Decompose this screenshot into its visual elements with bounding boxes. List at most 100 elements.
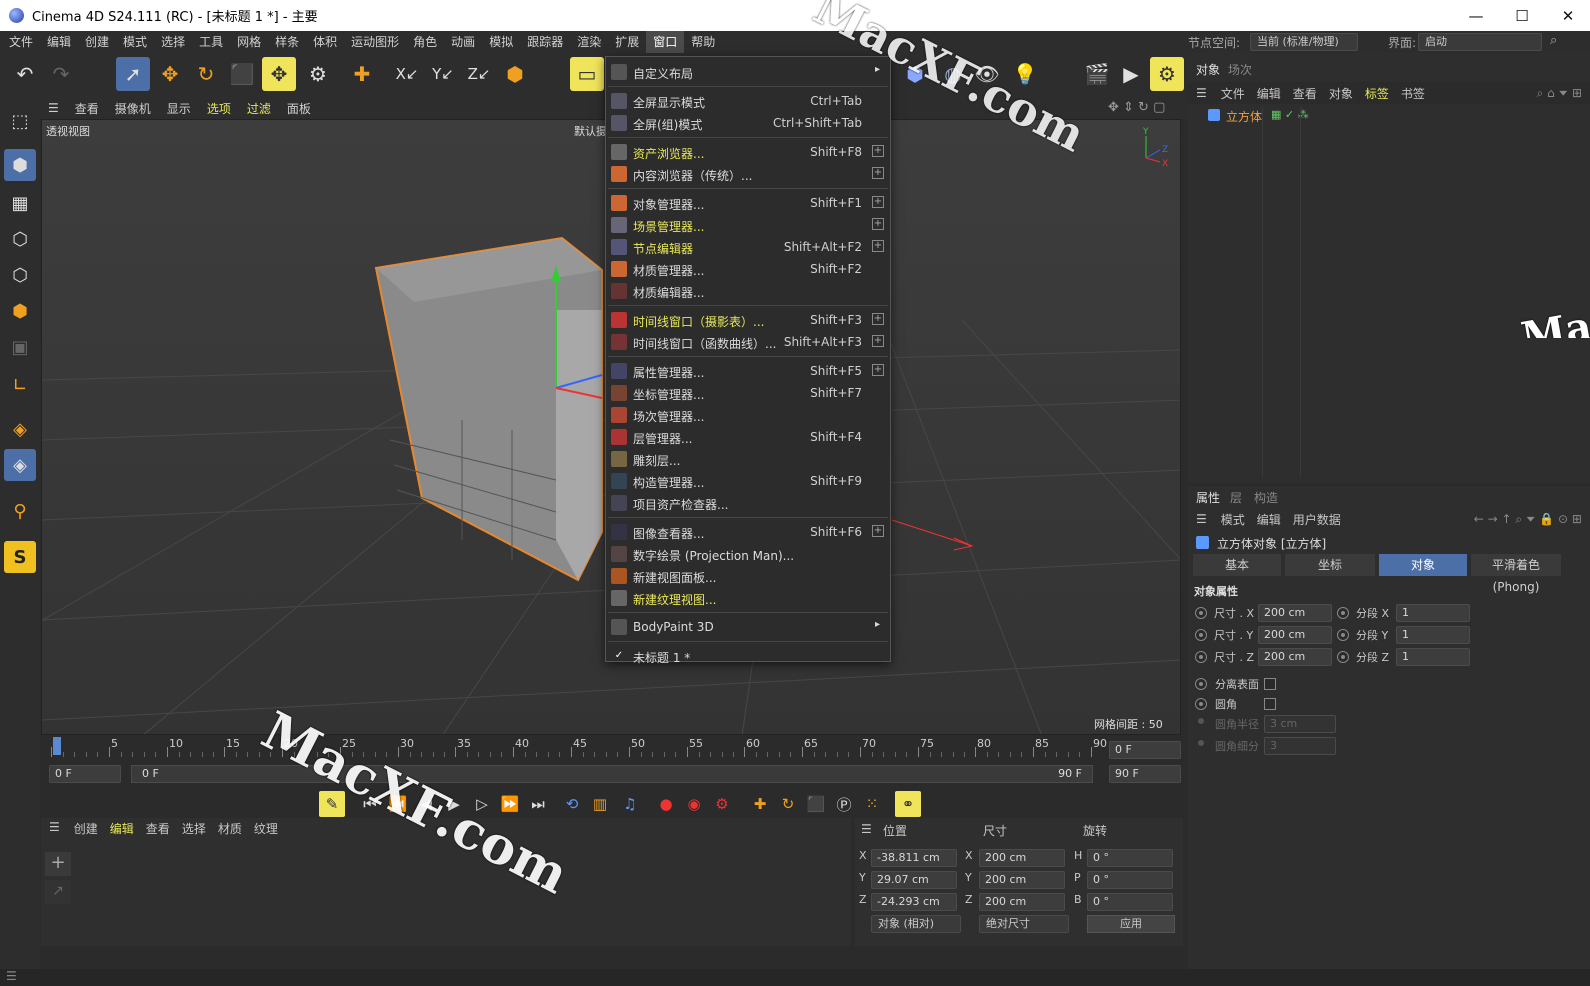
plus-icon[interactable]: + [872, 335, 884, 347]
menu-item-7[interactable]: 样条 [268, 31, 306, 53]
window-menu-item-23[interactable]: BodyPaint 3D ▸ [606, 616, 890, 638]
layout-dropdown[interactable]: 启动 [1418, 33, 1542, 51]
size-radio-0[interactable] [1195, 607, 1207, 619]
render-settings-icon[interactable]: ⚙ [1150, 57, 1184, 91]
attribute-menu-edit[interactable]: 编辑 [1251, 511, 1287, 528]
menu-item-12[interactable]: 模拟 [482, 31, 520, 53]
material-menu-texture[interactable]: 纹理 [248, 820, 284, 837]
locked-workplane-icon[interactable]: ◈ [4, 449, 36, 481]
material-hamburger-icon[interactable]: ☰ [41, 820, 68, 837]
coord-size-2[interactable]: 200 cm [979, 893, 1065, 911]
object-menu-file[interactable]: 文件 [1215, 85, 1251, 102]
window-menu-item-4[interactable]: 内容浏览器（传统）... + [606, 163, 890, 185]
menu-item-0[interactable]: 文件 [2, 31, 40, 53]
key-position-icon[interactable]: ✚ [747, 791, 773, 817]
menu-item-4[interactable]: 选择 [154, 31, 192, 53]
y-axis-lock-icon[interactable]: Y↙ [426, 57, 460, 91]
window-menu-item-19[interactable]: 图像查看器... Shift+F6 + [606, 521, 890, 543]
size-field-2[interactable]: 200 cm [1258, 648, 1332, 666]
size-field-1[interactable]: 200 cm [1258, 626, 1332, 644]
timeline[interactable]: 051015202530354045505560657075808590 0 F… [41, 737, 1205, 787]
attribute-hamburger-icon[interactable]: ☰ [1188, 512, 1215, 526]
range-slider[interactable]: 0 F 90 F [131, 765, 1093, 783]
fillet-radio[interactable] [1195, 698, 1207, 710]
coord-size-1[interactable]: 200 cm [979, 871, 1065, 889]
coord-size-0[interactable]: 200 cm [979, 849, 1065, 867]
key-pla-icon[interactable]: ⁙ [859, 791, 885, 817]
object-menu-edit[interactable]: 编辑 [1251, 85, 1287, 102]
frame-rate-icon[interactable]: ▥ [587, 791, 613, 817]
window-menu-item-20[interactable]: 数字绘景 (Projection Man)... [606, 543, 890, 565]
window-menu-item-1[interactable]: 全屏显示模式 Ctrl+Tab [606, 90, 890, 112]
render-view-icon[interactable]: 🎬 [1080, 57, 1114, 91]
window-menu-item-24[interactable]: ✓ 未标题 1 * [606, 645, 890, 667]
minimize-button[interactable]: — [1453, 0, 1499, 31]
menu-item-14[interactable]: 渲染 [570, 31, 608, 53]
axis-tool-icon[interactable]: ✚ [345, 57, 379, 91]
menu-item-1[interactable]: 编辑 [40, 31, 78, 53]
window-menu-item-10[interactable]: 时间线窗口（摄影表）... Shift+F3 + [606, 309, 890, 331]
add-material-icon[interactable]: + [45, 852, 71, 876]
tab-objects[interactable]: 对象 [1196, 61, 1220, 78]
viewport-menu-camera[interactable]: 摄像机 [107, 100, 159, 117]
node-space-dropdown[interactable]: 当前 (标准/物理) [1250, 33, 1358, 51]
window-menu-item-22[interactable]: 新建纹理视图... [606, 587, 890, 609]
fillet-checkbox[interactable] [1264, 698, 1276, 710]
redo-icon[interactable]: ↷ [44, 57, 78, 91]
attribute-menu-userdata[interactable]: 用户数据 [1287, 511, 1347, 528]
separate-radio[interactable] [1195, 678, 1207, 690]
window-menu-item-12[interactable]: 属性管理器... Shift+F5 + [606, 360, 890, 382]
material-menu-edit[interactable]: 编辑 [104, 820, 140, 837]
subtab-phong[interactable]: 平滑着色(Phong) [1471, 554, 1561, 594]
viewport-solo-icon[interactable]: ▭ [570, 57, 604, 91]
menu-item-11[interactable]: 动画 [444, 31, 482, 53]
window-menu-item-8[interactable]: 材质管理器... Shift+F2 [606, 258, 890, 280]
status-hamburger-icon[interactable]: ☰ [6, 969, 17, 983]
object-menu-object[interactable]: 对象 [1323, 85, 1359, 102]
tab-layers[interactable]: 层 [1230, 489, 1242, 506]
window-menu-item-11[interactable]: 时间线窗口（函数曲线）... Shift+Alt+F3 + [606, 331, 890, 353]
timeline-ruler[interactable]: 051015202530354045505560657075808590 [51, 737, 1107, 757]
solo-icon[interactable]: S [4, 541, 36, 573]
model-mode-icon[interactable]: ⬢ [4, 149, 36, 181]
coord-rot-1[interactable]: 0 ° [1087, 871, 1173, 889]
key-settings-icon[interactable]: ⚙ [709, 791, 735, 817]
window-menu-item-16[interactable]: 雕刻层... [606, 448, 890, 470]
menu-item-16[interactable]: 窗口 [646, 31, 685, 53]
menu-item-2[interactable]: 创建 [78, 31, 116, 53]
object-menu-view[interactable]: 查看 [1287, 85, 1323, 102]
motion-system-icon[interactable]: ⚭ [895, 791, 921, 817]
x-axis-lock-icon[interactable]: X↙ [390, 57, 424, 91]
rotate-tool-icon[interactable]: ↻ [189, 57, 223, 91]
end-frame-field[interactable]: 90 F [1109, 765, 1181, 783]
search-icon[interactable]: ⌕ [1550, 33, 1557, 48]
window-menu-item-21[interactable]: 新建视图面板... [606, 565, 890, 587]
object-menu-bookmarks[interactable]: 书签 [1395, 85, 1431, 102]
current-frame-field[interactable]: 0 F [1109, 741, 1181, 759]
subtab-object[interactable]: 对象 [1379, 554, 1467, 576]
workplane-icon[interactable]: ◈ [4, 413, 36, 445]
plus-icon[interactable]: + [872, 167, 884, 179]
axis-mode-icon[interactable]: ∟ [4, 369, 36, 401]
move-tool-icon[interactable]: ✥ [153, 57, 187, 91]
texture-mode-icon[interactable]: ▦ [4, 187, 36, 219]
playhead[interactable] [53, 737, 61, 755]
render-picture-viewer-icon[interactable]: ▶ [1114, 57, 1148, 91]
menu-item-3[interactable]: 模式 [116, 31, 154, 53]
material-menu-select[interactable]: 选择 [176, 820, 212, 837]
coord-rot-2[interactable]: 0 ° [1087, 893, 1173, 911]
coordinate-system-icon[interactable]: ⬢ [498, 57, 532, 91]
segment-radio-1[interactable] [1337, 629, 1349, 641]
edges-mode-icon[interactable]: ⬡ [4, 259, 36, 291]
material-menu-create[interactable]: 创建 [68, 820, 104, 837]
coord-pos-1[interactable]: 29.07 cm [871, 871, 957, 889]
separate-checkbox[interactable] [1264, 678, 1276, 690]
menu-item-17[interactable]: 帮助 [684, 31, 722, 53]
size-mode-dropdown[interactable]: 绝对尺寸 [979, 915, 1069, 933]
material-arrow-icon[interactable]: ↗ [45, 880, 71, 904]
subtab-coord[interactable]: 坐标 [1285, 554, 1375, 576]
segment-field-2[interactable]: 1 [1396, 648, 1470, 666]
material-menu-material[interactable]: 材质 [212, 820, 248, 837]
window-menu-item-14[interactable]: 场次管理器... [606, 404, 890, 426]
menu-item-15[interactable]: 扩展 [608, 31, 646, 53]
